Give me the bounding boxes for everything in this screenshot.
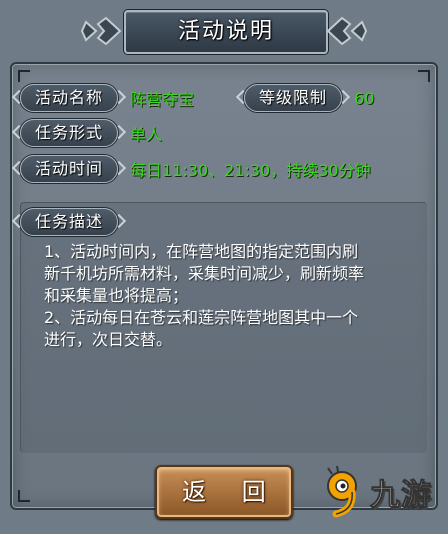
description-line: 2、活动每日在苍云和莲宗阵营地图其中一个 xyxy=(44,308,359,327)
description-line: 和采集量也将提高； xyxy=(44,286,189,305)
site-watermark: 九游 xyxy=(320,462,440,522)
task-type-label: 任务形式 xyxy=(20,119,119,147)
field-row-task-type: 任务形式 单人 xyxy=(20,119,162,147)
description-line: 新千机坊所需材料，采集时间减少，刷新频率 xyxy=(44,264,365,283)
nine-game-logo-icon xyxy=(327,466,357,518)
panel-corner xyxy=(418,70,430,82)
panel-corner xyxy=(18,490,30,502)
title-ornament-right-icon xyxy=(326,16,368,46)
activity-time-value: 每日11:30、21:30，持续30分钟 xyxy=(130,161,371,180)
dialog-title: 活动说明 xyxy=(124,10,328,54)
watermark-text: 九游 xyxy=(370,478,432,514)
title-banner: 活动说明 xyxy=(80,6,368,56)
task-type-value: 单人 xyxy=(130,125,163,144)
back-button[interactable]: 返 回 xyxy=(155,465,293,519)
description-header: 任务描述 xyxy=(20,208,119,236)
activity-name-label: 活动名称 xyxy=(20,84,119,112)
task-description-text: 1、活动时间内，在阵营地图的指定范围内刷 新千机坊所需材料，采集时间减少，刷新频… xyxy=(44,241,410,351)
field-row-level-limit: 等级限制 60 xyxy=(244,84,374,112)
description-line: 进行，次日交替。 xyxy=(44,330,173,349)
panel-corner xyxy=(18,70,30,82)
description-line: 1、活动时间内，在阵营地图的指定范围内刷 xyxy=(44,242,359,261)
level-limit-value: 60 xyxy=(354,88,375,108)
level-limit-label: 等级限制 xyxy=(244,84,343,112)
activity-time-label: 活动时间 xyxy=(20,155,119,183)
title-ornament-left-icon xyxy=(80,16,122,46)
field-row-activity-time: 活动时间 每日11:30、21:30，持续30分钟 xyxy=(20,155,371,183)
field-row-activity-name: 活动名称 阵营夺宝 xyxy=(20,84,194,112)
task-description-label: 任务描述 xyxy=(20,208,119,236)
activity-name-value: 阵营夺宝 xyxy=(130,90,195,109)
